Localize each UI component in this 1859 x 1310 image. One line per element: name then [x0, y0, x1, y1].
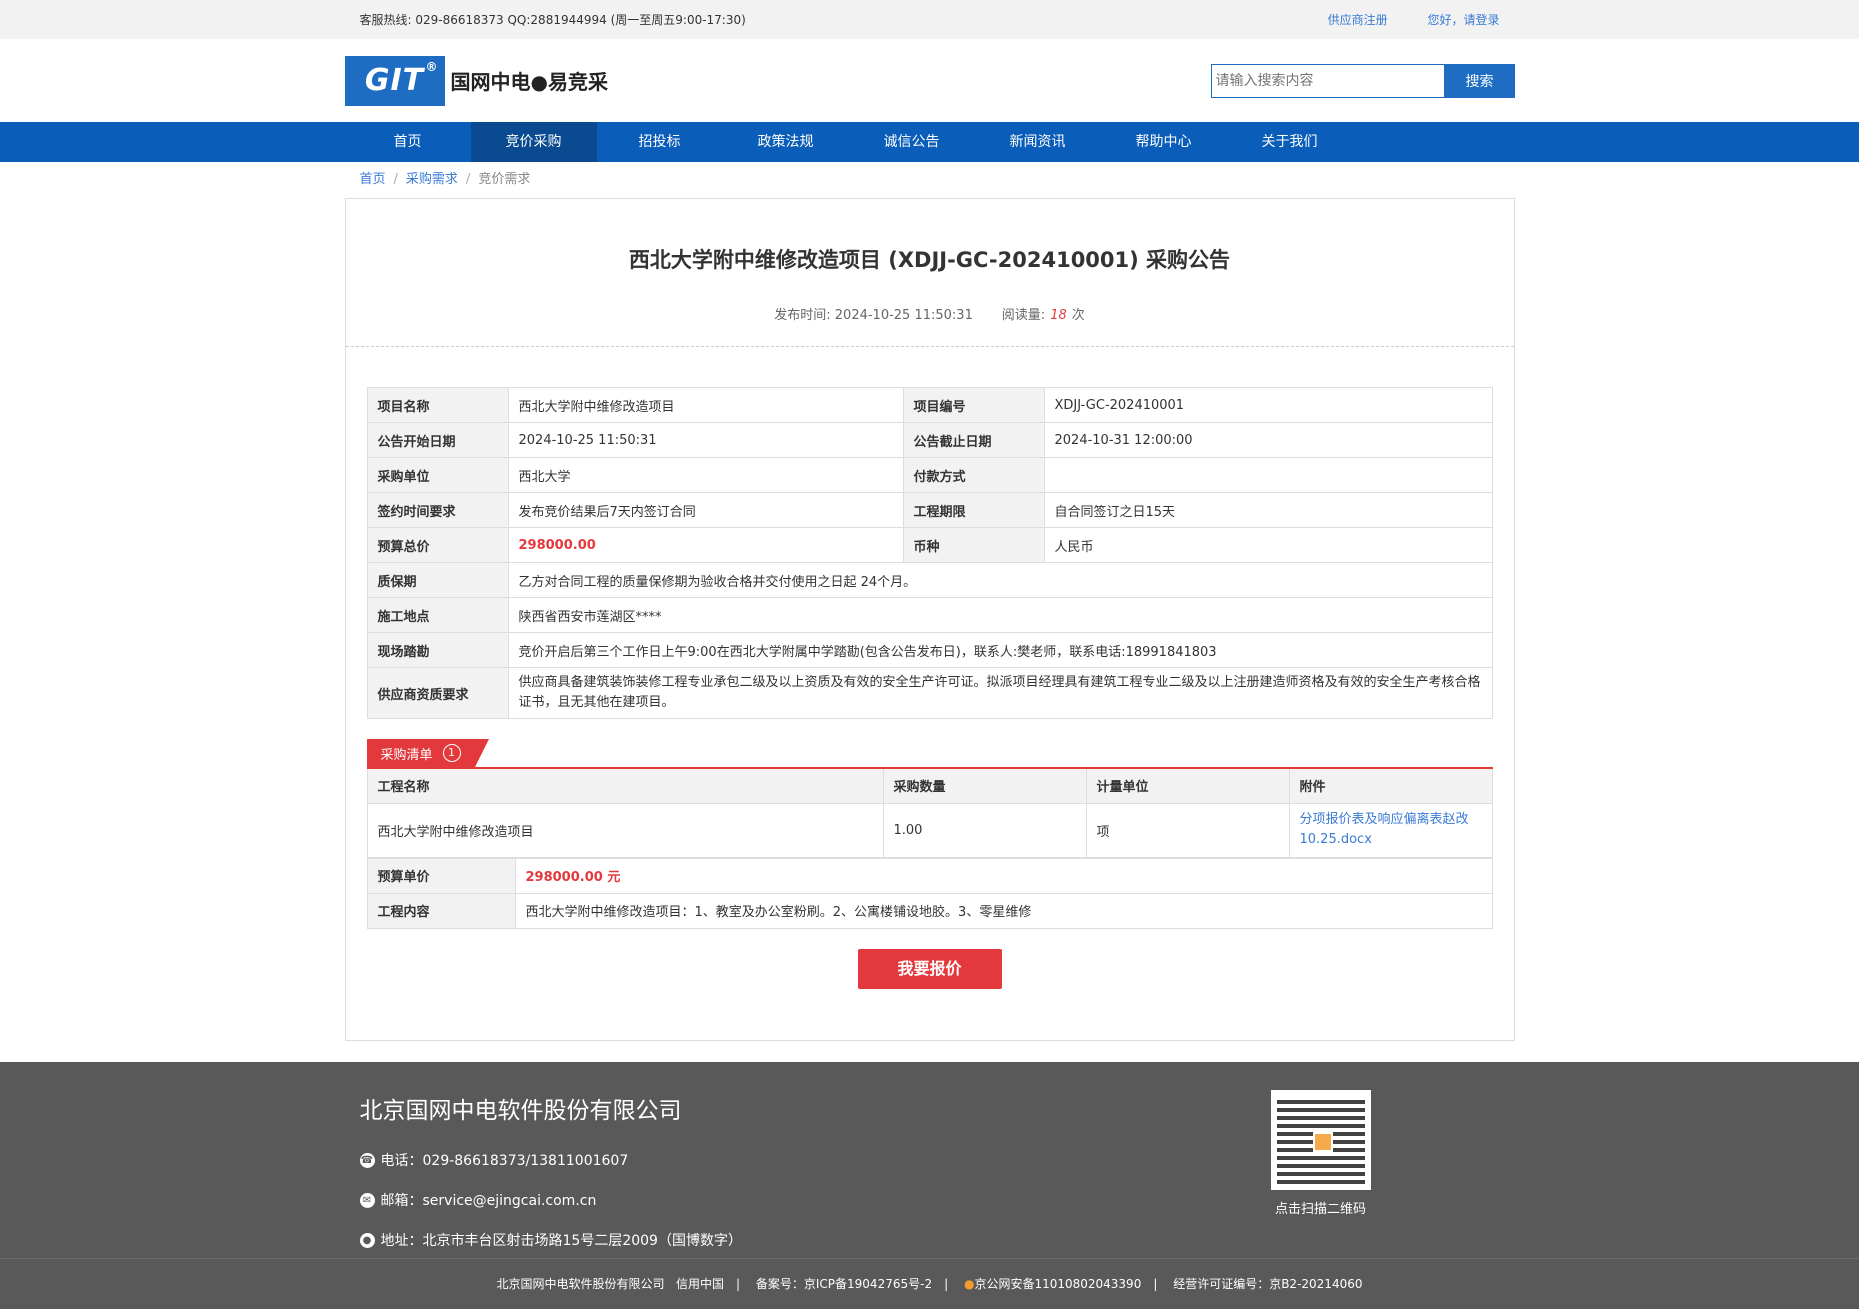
search-input[interactable] — [1210, 63, 1445, 98]
breadcrumb-demand[interactable]: 采购需求 — [406, 172, 458, 187]
police-badge-icon: ● — [963, 1277, 975, 1291]
location-icon: ● — [359, 1232, 375, 1248]
project-number: XDJJ-GC-202410001 — [1043, 387, 1493, 423]
nav-item-home[interactable]: 首页 — [345, 122, 471, 162]
topbar: 客服热线: 029-86618373 QQ:2881944994 (周一至周五9… — [0, 0, 1859, 39]
table-row: 西北大学附中维修改造项目 1.00 项 分项报价表及响应偏离表赵改10.25.d… — [366, 802, 1493, 858]
nav-item-policy[interactable]: 政策法规 — [723, 122, 849, 162]
table-header-row: 工程名称 采购数量 计量单位 附件 — [366, 767, 1493, 804]
login-link[interactable]: 您好，请登录 — [1427, 13, 1499, 27]
table-row: 供应商资质要求 供应商具备建筑装饰装修工程专业承包二级及以上资质及有效的安全生产… — [366, 667, 1493, 719]
table-row: 质保期 乙方对合同工程的质量保修期为验收合格并交付使用之日起 24个月。 — [366, 562, 1493, 598]
list-count-badge: 1 — [442, 744, 461, 762]
footer-email: ✉ 邮箱：service@ejingcai.com.cn — [359, 1190, 596, 1210]
logo-text: 国网中电●易竞采 — [450, 70, 608, 94]
buyer: 西北大学 — [507, 457, 904, 493]
nav-item-bidding[interactable]: 竞价采购 — [470, 122, 597, 162]
nav-item-help[interactable]: 帮助中心 — [1101, 122, 1227, 162]
qr-code[interactable] — [1270, 1090, 1371, 1190]
sign-requirement: 发布竞价结果后7天内签订合同 — [507, 492, 904, 528]
publish-time: 2024-10-25 11:50:31 — [834, 308, 973, 323]
table-row: 公告开始日期 2024-10-25 11:50:31 公告截止日期 2024-1… — [366, 422, 1493, 458]
currency: 人民币 — [1043, 527, 1493, 563]
table-row: 项目名称 西北大学附中维修改造项目 项目编号 XDJJ-GC-202410001 — [366, 387, 1493, 423]
project-name: 西北大学附中维修改造项目 — [507, 387, 904, 423]
hotline-text: 客服热线: 029-86618373 QQ:2881944994 (周一至周五9… — [359, 13, 746, 27]
work-content: 西北大学附中维修改造项目：1、教室及办公室粉刷。2、公寓楼铺设地胶。3、零星维修 — [514, 892, 1493, 929]
main-nav: 首页 竞价采购 招投标 政策法规 诚信公告 新闻资讯 帮助中心 关于我们 — [0, 122, 1859, 162]
start-date: 2024-10-25 11:50:31 — [507, 422, 904, 458]
notice-header: 西北大学附中维修改造项目 (XDJJ-GC-202410001) 采购公告 发布… — [345, 199, 1514, 347]
breadcrumb: 首页 / 采购需求 / 竞价需求 — [359, 172, 531, 187]
purchase-list-table: 工程名称 采购数量 计量单位 附件 西北大学附中维修改造项目 1.00 项 分项… — [366, 767, 1493, 858]
item-unit: 项 — [1085, 802, 1290, 858]
footer-phone: ☎ 电话：029-86618373/13811001607 — [359, 1152, 629, 1169]
table-row: 工程内容 西北大学附中维修改造项目：1、教室及办公室粉刷。2、公寓楼铺设地胶。3… — [366, 892, 1493, 929]
purchase-detail-table: 预算单价 298000.00 元 工程内容 西北大学附中维修改造项目：1、教室及… — [366, 857, 1493, 929]
page-title: 西北大学附中维修改造项目 (XDJJ-GC-202410001) 采购公告 — [628, 248, 1231, 272]
read-count: 18 — [1050, 308, 1067, 323]
table-row: 预算单价 298000.00 元 — [366, 857, 1493, 894]
end-date: 2024-10-31 12:00:00 — [1043, 422, 1493, 458]
supplier-register-link[interactable]: 供应商注册 — [1328, 13, 1388, 27]
purchase-list-header: 采购清单 1 — [366, 739, 1493, 767]
table-row: 现场踏勘 竞价开启后第三个工作日上午9:00在西北大学附属中学踏勘(包含公告发布… — [366, 632, 1493, 668]
breadcrumb-home[interactable]: 首页 — [360, 172, 386, 187]
table-row: 预算总价 298000.00 币种 人民币 — [366, 527, 1493, 563]
nav-item-about[interactable]: 关于我们 — [1227, 122, 1353, 162]
table-row: 采购单位 西北大学 付款方式 — [366, 457, 1493, 493]
payment-method — [1043, 457, 1493, 493]
item-qty: 1.00 — [882, 802, 1087, 858]
search-bar: 搜索 — [1210, 63, 1515, 98]
table-row: 签约时间要求 发布竞价结果后7天内签订合同 工程期限 自合同签订之日15天 — [366, 492, 1493, 528]
footer: 北京国网中电软件股份有限公司 ☎ 电话：029-86618373/13811001… — [0, 1062, 1859, 1309]
warranty: 乙方对合同工程的质量保修期为验收合格并交付使用之日起 24个月。 — [507, 562, 1493, 598]
supplier-qualification: 供应商具备建筑装饰装修工程专业承包二级及以上资质及有效的安全生产许可证。拟派项目… — [507, 667, 1493, 719]
nav-item-tender[interactable]: 招投标 — [597, 122, 723, 162]
header: GIT® 国网中电●易竞采 搜索 — [0, 39, 1859, 122]
phone-icon: ☎ — [359, 1152, 375, 1168]
site-logo[interactable]: GIT ® 国网中电●易竞采 — [344, 55, 608, 106]
budget-total: 298000.00 — [507, 527, 904, 563]
search-button[interactable]: 搜索 — [1444, 63, 1515, 98]
qr-caption: 点击扫描二维码 — [1274, 1202, 1366, 1217]
logo-mark: GIT ® — [344, 55, 445, 106]
quote-button[interactable]: 我要报价 — [857, 948, 1002, 989]
site-location: 陕西省西安市莲湖区**** — [507, 597, 1493, 633]
footer-bottom: 北京国网中电软件股份有限公司 信用中国 | 备案号：京ICP备19042765号-… — [0, 1258, 1859, 1309]
site-survey: 竞价开启后第三个工作日上午9:00在西北大学附属中学踏勘(包含公告发布日)，联系… — [507, 632, 1493, 668]
notice-meta: 发布时间: 2024-10-25 11:50:31 阅读量: 18 次 — [774, 308, 1085, 323]
footer-address: ● 地址：北京市丰台区射击场路15号二层2009（国博数字） — [359, 1230, 742, 1250]
item-name: 西北大学附中维修改造项目 — [366, 802, 884, 858]
attachment-link[interactable]: 分项报价表及响应偏离表赵改10.25.docx — [1300, 812, 1469, 847]
unit-price: 298000.00 元 — [514, 857, 1493, 894]
purchase-list-tag: 采购清单 1 — [366, 739, 489, 767]
footer-company: 北京国网中电软件股份有限公司 — [359, 1098, 682, 1124]
nav-item-credit[interactable]: 诚信公告 — [849, 122, 975, 162]
notice-panel: 西北大学附中维修改造项目 (XDJJ-GC-202410001) 采购公告 发布… — [344, 198, 1515, 1041]
breadcrumb-current: 竞价需求 — [478, 172, 531, 187]
work-period: 自合同签订之日15天 — [1043, 492, 1493, 528]
project-info-table: 项目名称 西北大学附中维修改造项目 项目编号 XDJJ-GC-202410001… — [366, 387, 1493, 719]
mail-icon: ✉ — [359, 1192, 375, 1208]
nav-item-news[interactable]: 新闻资讯 — [975, 122, 1101, 162]
table-row: 施工地点 陕西省西安市莲湖区**** — [366, 597, 1493, 633]
